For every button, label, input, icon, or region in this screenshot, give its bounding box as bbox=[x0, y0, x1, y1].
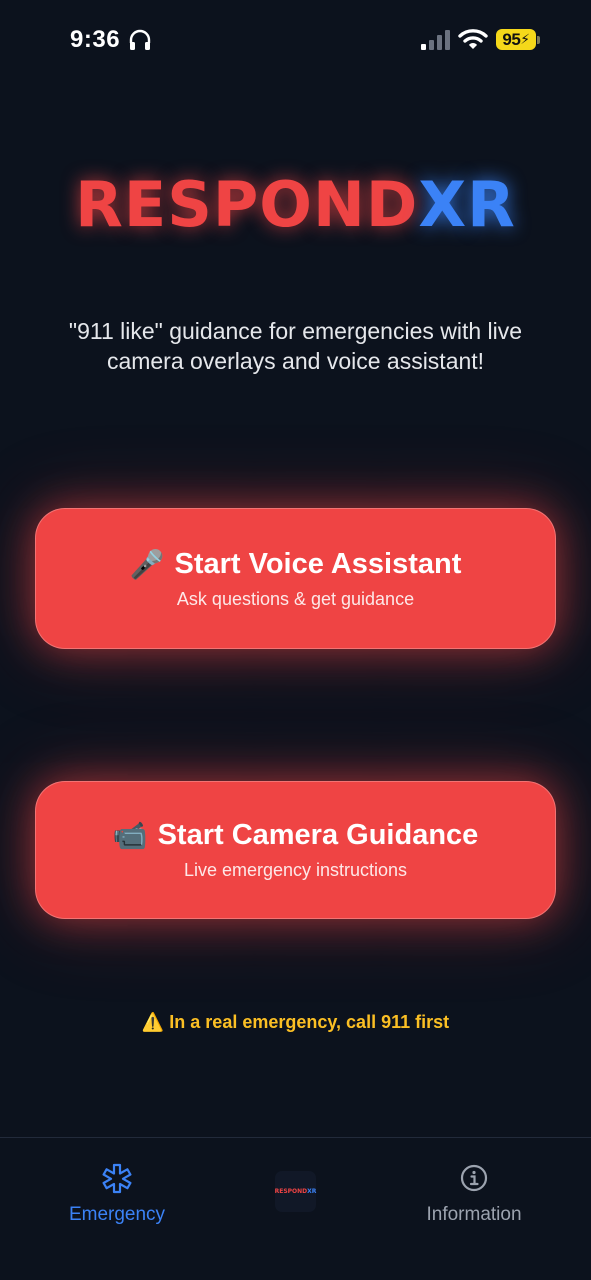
logo-respond-text: RESPOND bbox=[75, 168, 419, 241]
tab-bar: Emergency RESPONDXR Information bbox=[0, 1137, 591, 1280]
battery-icon: 95 ⚡ bbox=[496, 29, 540, 51]
camera-button-subtitle: Live emergency instructions bbox=[183, 860, 408, 880]
voice-button-subtitle: Ask questions & get guidance bbox=[176, 588, 415, 609]
asterisk-icon bbox=[102, 1163, 132, 1194]
app-logo-icon: RESPONDXR bbox=[274, 1188, 317, 1195]
battery-level: 95 ⚡ bbox=[496, 29, 536, 50]
tab-information[interactable]: Information bbox=[394, 1162, 554, 1226]
app-logo: RESPONDXR bbox=[0, 168, 591, 241]
tab-information-label: Information bbox=[426, 1204, 522, 1225]
logo-xr-text: XR bbox=[418, 168, 516, 241]
info-icon bbox=[460, 1164, 488, 1192]
voice-button-title: Start Voice Assistant bbox=[174, 547, 462, 580]
status-bar: 9:36 95 ⚡ bbox=[0, 0, 591, 80]
status-time: 9:36 bbox=[70, 26, 121, 53]
start-camera-guidance-button[interactable]: 📹 Start Camera Guidance Live emergency i… bbox=[35, 781, 556, 919]
app-screen: 9:36 95⚡ RESPONDXR "911 like" guidance bbox=[0, 0, 591, 1280]
camera-button-title: Start Camera Guidance bbox=[157, 819, 479, 851]
tab-app-logo[interactable]: RESPONDXR bbox=[275, 1171, 316, 1212]
tagline: "911 like" guidance for emergencies with… bbox=[68, 318, 523, 374]
tab-emergency-label: Emergency bbox=[68, 1204, 166, 1225]
start-voice-assistant-button[interactable]: 🎤 Start Voice Assistant Ask questions & … bbox=[35, 508, 556, 649]
video-camera-icon: 📹 bbox=[112, 820, 148, 851]
emergency-warning: ⚠️ In a real emergency, call 911 first bbox=[141, 1012, 450, 1032]
signal-icon bbox=[421, 30, 450, 50]
headphones-icon bbox=[129, 29, 151, 50]
wifi-icon bbox=[458, 29, 488, 49]
microphone-icon: 🎤 bbox=[129, 548, 165, 580]
tab-emergency[interactable]: Emergency bbox=[37, 1162, 197, 1226]
